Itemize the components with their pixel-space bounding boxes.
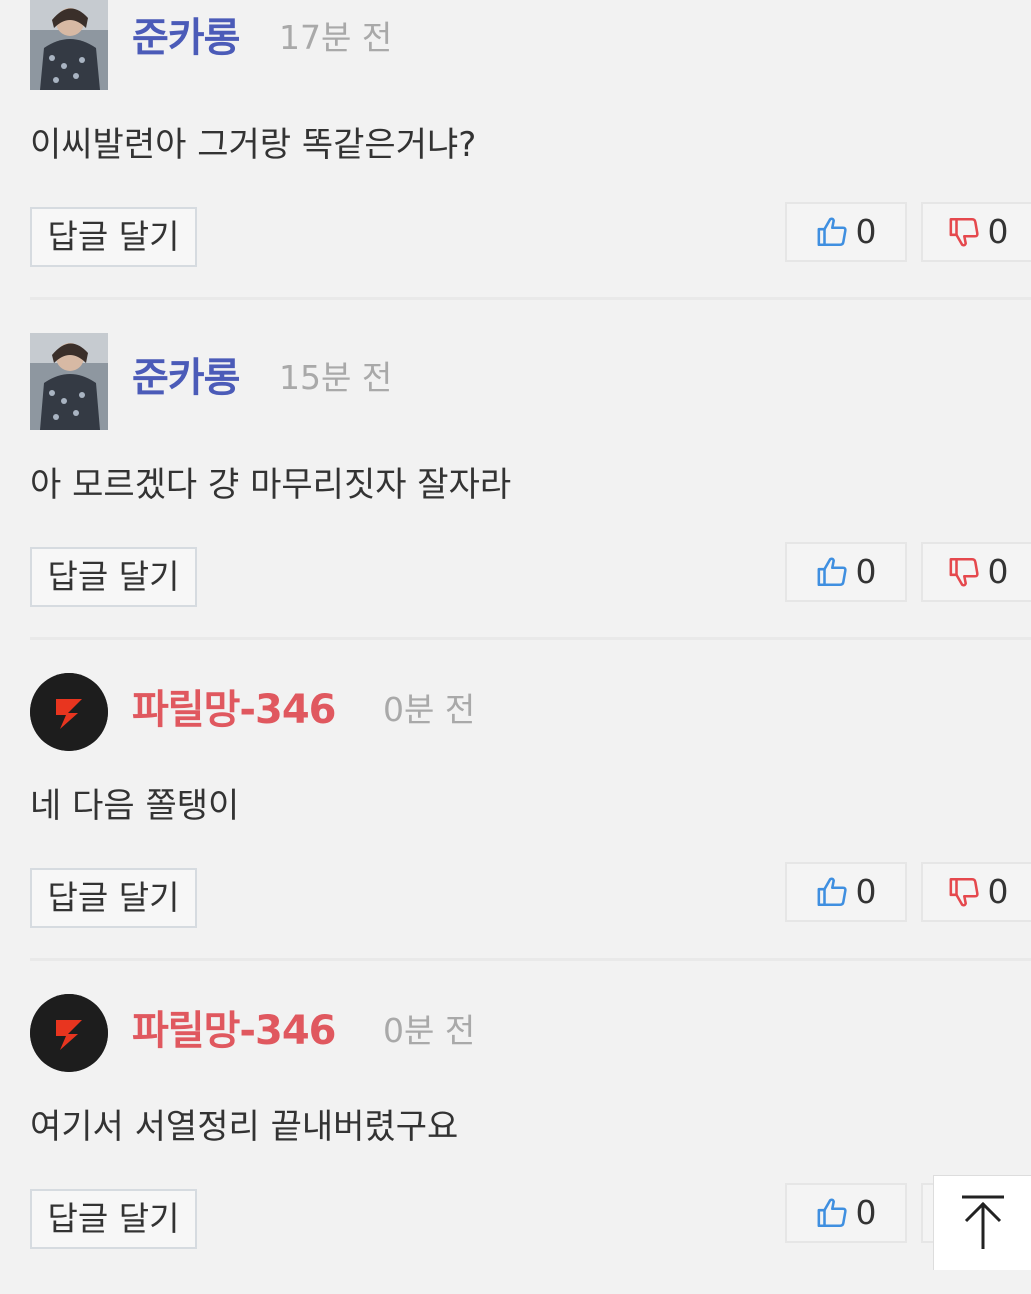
comment-time: 0분 전: [383, 690, 476, 729]
comment-time: 17분 전: [279, 18, 393, 57]
dislike-count: 0: [987, 212, 1009, 251]
avatar[interactable]: [30, 0, 108, 90]
like-count: 0: [855, 872, 877, 911]
like-button[interactable]: 0: [785, 862, 907, 922]
like-count: 0: [855, 212, 877, 251]
reply-button[interactable]: 답글 달기: [30, 1189, 197, 1249]
like-count: 0: [855, 552, 877, 591]
comment-item: 파릴망-346 0분 전 여기서 서열정리 끝내버렸구요 답글 달기 0 0: [0, 994, 1031, 1294]
like-button[interactable]: 0: [785, 542, 907, 602]
avatar[interactable]: [30, 673, 108, 751]
thumbs-down-icon: [949, 877, 979, 907]
reply-button[interactable]: 답글 달기: [30, 547, 197, 607]
divider: [30, 637, 1031, 640]
comment-text: 네 다음 쫄탱이: [30, 786, 240, 826]
reply-button[interactable]: 답글 달기: [30, 868, 197, 928]
comment-author[interactable]: 준카롱: [132, 14, 240, 62]
dislike-button[interactable]: 0: [921, 542, 1031, 602]
thumbs-up-icon: [817, 217, 847, 247]
thumbs-up-icon: [817, 557, 847, 587]
thumbs-up-icon: [817, 1198, 847, 1228]
dislike-count: 0: [987, 872, 1009, 911]
comment-author[interactable]: 파릴망-346: [132, 686, 336, 734]
comment-author[interactable]: 준카롱: [132, 354, 240, 402]
avatar[interactable]: [30, 333, 108, 430]
comment-author[interactable]: 파릴망-346: [132, 1007, 336, 1055]
divider: [30, 297, 1031, 300]
avatar[interactable]: [30, 994, 108, 1072]
comment-item: 파릴망-346 0분 전 네 다음 쫄탱이 답글 달기 0 0: [0, 673, 1031, 973]
scroll-top-button[interactable]: [933, 1175, 1031, 1270]
thumbs-up-icon: [817, 877, 847, 907]
divider: [30, 958, 1031, 961]
dislike-button[interactable]: 0: [921, 862, 1031, 922]
comment-text: 아 모르겠다 걍 마무리짓자 잘자라: [30, 465, 512, 505]
dislike-count: 0: [987, 552, 1009, 591]
comment-time: 15분 전: [279, 358, 393, 397]
comment-text: 여기서 서열정리 끝내버렸구요: [30, 1107, 459, 1147]
arrow-up-icon: [962, 1195, 1004, 1249]
like-count: 0: [855, 1193, 877, 1232]
like-button[interactable]: 0: [785, 1183, 907, 1243]
thumbs-down-icon: [949, 557, 979, 587]
reply-button[interactable]: 답글 달기: [30, 207, 197, 267]
thumbs-down-icon: [949, 217, 979, 247]
comment-item: 준카롱 17분 전 이씨발련아 그거랑 똑같은거냐? 답글 달기 0 0: [0, 0, 1031, 300]
dislike-button[interactable]: 0: [921, 202, 1031, 262]
comment-item: 준카롱 15분 전 아 모르겠다 걍 마무리짓자 잘자라 답글 달기 0 0: [0, 333, 1031, 633]
comment-time: 0분 전: [383, 1011, 476, 1050]
comment-text: 이씨발련아 그거랑 똑같은거냐?: [30, 125, 477, 165]
like-button[interactable]: 0: [785, 202, 907, 262]
